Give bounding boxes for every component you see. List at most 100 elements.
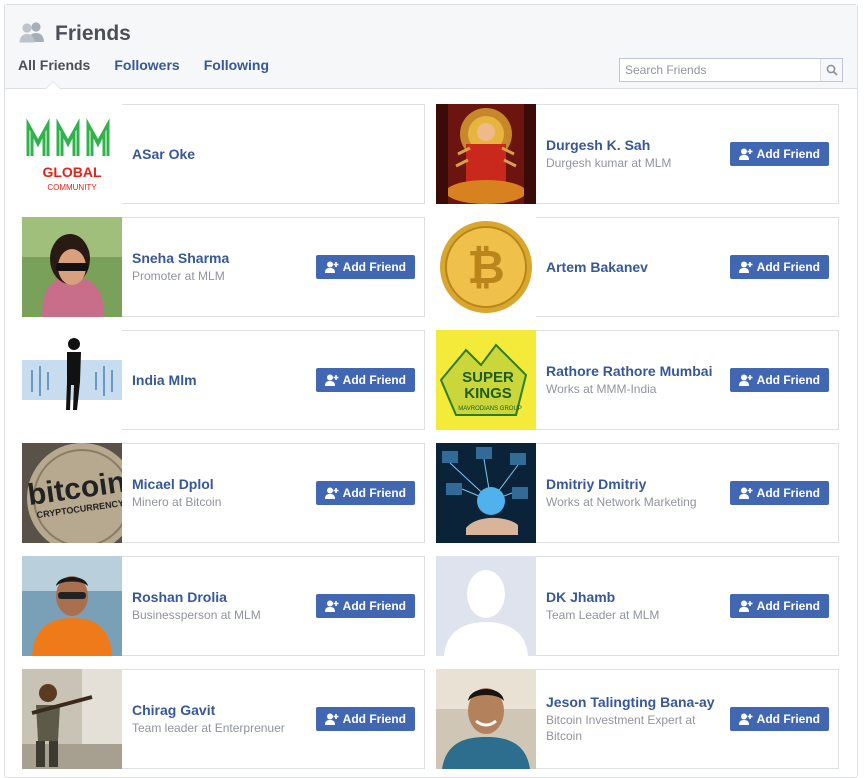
add-friend-button[interactable]: Add Friend — [315, 481, 415, 505]
search-icon — [826, 64, 838, 76]
bitcoin-coin-icon: ₿ — [436, 217, 536, 317]
add-friend-icon — [738, 713, 753, 725]
friend-card: Roshan Drolia Businessperson at MLM Add … — [22, 556, 425, 656]
friend-name[interactable]: ASar Oke — [132, 146, 416, 163]
add-friend-button[interactable]: Add Friend — [729, 594, 829, 618]
tab-following[interactable]: Following — [192, 54, 281, 88]
friend-name[interactable]: Dmitriy Dmitriy — [546, 476, 722, 493]
friend-card: GLOBAL COMMUNITY ASar Oke — [22, 104, 425, 204]
friend-name[interactable]: Micael Dplol — [132, 476, 308, 493]
avatar[interactable]: GLOBAL COMMUNITY — [22, 104, 122, 204]
friend-info: Dmitriy Dmitriy Works at Network Marketi… — [536, 476, 730, 510]
friend-name[interactable]: DK Jhamb — [546, 589, 722, 606]
add-friend-button[interactable]: Add Friend — [315, 255, 415, 279]
add-friend-label: Add Friend — [756, 147, 820, 161]
add-friend-label: Add Friend — [342, 712, 406, 726]
avatar[interactable] — [436, 669, 536, 769]
friend-subtitle: Works at MMM-India — [546, 382, 657, 396]
avatar[interactable]: ₿ — [436, 217, 536, 317]
friend-info: Artem Bakanev — [536, 259, 730, 276]
svg-text:GLOBAL: GLOBAL — [42, 164, 102, 180]
add-friend-button[interactable]: Add Friend — [729, 481, 829, 505]
svg-text:SUPER: SUPER — [462, 369, 514, 386]
add-friend-button[interactable]: Add Friend — [729, 707, 829, 731]
friend-subtitle: Minero at Bitcoin — [132, 495, 222, 509]
friend-info: Sneha Sharma Promoter at MLM — [122, 250, 316, 284]
add-friend-button[interactable]: Add Friend — [729, 255, 829, 279]
friend-name[interactable]: India Mlm — [132, 372, 308, 389]
friend-info: Chirag Gavit Team leader at Enterprenuer — [122, 702, 316, 736]
svg-text:KINGS: KINGS — [464, 385, 512, 402]
friend-subtitle: Businessperson at MLM — [132, 608, 261, 622]
page-title: Friends — [55, 22, 131, 45]
avatar[interactable]: SUPER KINGS MAVRODIANS GROUP — [436, 330, 536, 430]
add-friend-icon — [738, 600, 753, 612]
man-rifle-photo-icon — [22, 669, 122, 769]
add-friend-label: Add Friend — [342, 260, 406, 274]
search-box — [619, 58, 843, 82]
avatar[interactable]: bitcoin CRYPTOCURRENCY — [22, 443, 122, 543]
friend-card: India Mlm Add Friend — [22, 330, 425, 430]
tab-followers[interactable]: Followers — [102, 54, 191, 88]
add-friend-icon — [324, 487, 339, 499]
add-friend-label: Add Friend — [756, 260, 820, 274]
friend-subtitle: Team leader at Enterprenuer — [132, 721, 285, 735]
avatar[interactable] — [22, 556, 122, 656]
friend-subtitle: Durgesh kumar at MLM — [546, 156, 672, 170]
default-profile-icon — [436, 556, 536, 656]
friend-name[interactable]: Jeson Talingting Bana-ay — [546, 694, 722, 711]
mmm-global-logo-icon: GLOBAL COMMUNITY — [22, 104, 122, 204]
woman-photo-icon — [22, 217, 122, 317]
avatar[interactable] — [436, 104, 536, 204]
friend-name[interactable]: Roshan Drolia — [132, 589, 308, 606]
man-smiling-photo-icon — [436, 669, 536, 769]
add-friend-icon — [324, 374, 339, 386]
add-friend-label: Add Friend — [756, 599, 820, 613]
svg-text:MAVRODIANS GROUP: MAVRODIANS GROUP — [458, 406, 522, 412]
add-friend-label: Add Friend — [756, 712, 820, 726]
friend-card: bitcoin CRYPTOCURRENCY Micael Dplol Mine… — [22, 443, 425, 543]
friend-subtitle: Team Leader at MLM — [546, 608, 660, 622]
friend-name[interactable]: Artem Bakanev — [546, 259, 722, 276]
add-friend-button[interactable]: Add Friend — [729, 142, 829, 166]
friend-info: ASar Oke — [122, 146, 424, 163]
add-friend-button[interactable]: Add Friend — [315, 594, 415, 618]
friend-info: India Mlm — [122, 372, 316, 389]
avatar[interactable] — [436, 556, 536, 656]
deity-image-icon — [436, 104, 536, 204]
friend-name[interactable]: Sneha Sharma — [132, 250, 308, 267]
avatar[interactable] — [22, 330, 122, 430]
tab-all-friends[interactable]: All Friends — [18, 54, 102, 89]
add-friend-label: Add Friend — [342, 486, 406, 500]
friend-name[interactable]: Rathore Rathore Mumbai — [546, 363, 722, 380]
friends-icon — [19, 21, 45, 48]
friends-panel: Friends All Friends Followers Following — [4, 4, 858, 778]
friend-card: Chirag Gavit Team leader at Enterprenuer… — [22, 669, 425, 769]
search-input[interactable] — [620, 59, 820, 81]
friend-card: SUPER KINGS MAVRODIANS GROUP Rathore Rat… — [436, 330, 839, 430]
friend-subtitle: Works at Network Marketing — [546, 495, 697, 509]
add-friend-icon — [324, 261, 339, 273]
add-friend-button[interactable]: Add Friend — [315, 707, 415, 731]
friend-card: Jeson Talingting Bana-ay Bitcoin Investm… — [436, 669, 839, 769]
add-friend-icon — [738, 374, 753, 386]
avatar[interactable] — [436, 443, 536, 543]
friend-card: Dmitriy Dmitriy Works at Network Marketi… — [436, 443, 839, 543]
add-friend-label: Add Friend — [756, 373, 820, 387]
silhouette-figure-icon — [22, 330, 122, 430]
add-friend-label: Add Friend — [342, 599, 406, 613]
avatar[interactable] — [22, 217, 122, 317]
add-friend-label: Add Friend — [756, 486, 820, 500]
add-friend-button[interactable]: Add Friend — [315, 368, 415, 392]
add-friend-icon — [738, 261, 753, 273]
search-button[interactable] — [820, 59, 842, 81]
friend-subtitle: Bitcoin Investment Expert at Bitcoin — [546, 713, 696, 743]
friend-name[interactable]: Durgesh K. Sah — [546, 137, 722, 154]
add-friend-icon — [324, 600, 339, 612]
friend-name[interactable]: Chirag Gavit — [132, 702, 308, 719]
avatar[interactable] — [22, 669, 122, 769]
friends-tabs: All Friends Followers Following — [18, 54, 281, 89]
add-friend-button[interactable]: Add Friend — [729, 368, 829, 392]
friend-card: Durgesh K. Sah Durgesh kumar at MLM Add … — [436, 104, 839, 204]
svg-text:COMMUNITY: COMMUNITY — [47, 183, 97, 192]
